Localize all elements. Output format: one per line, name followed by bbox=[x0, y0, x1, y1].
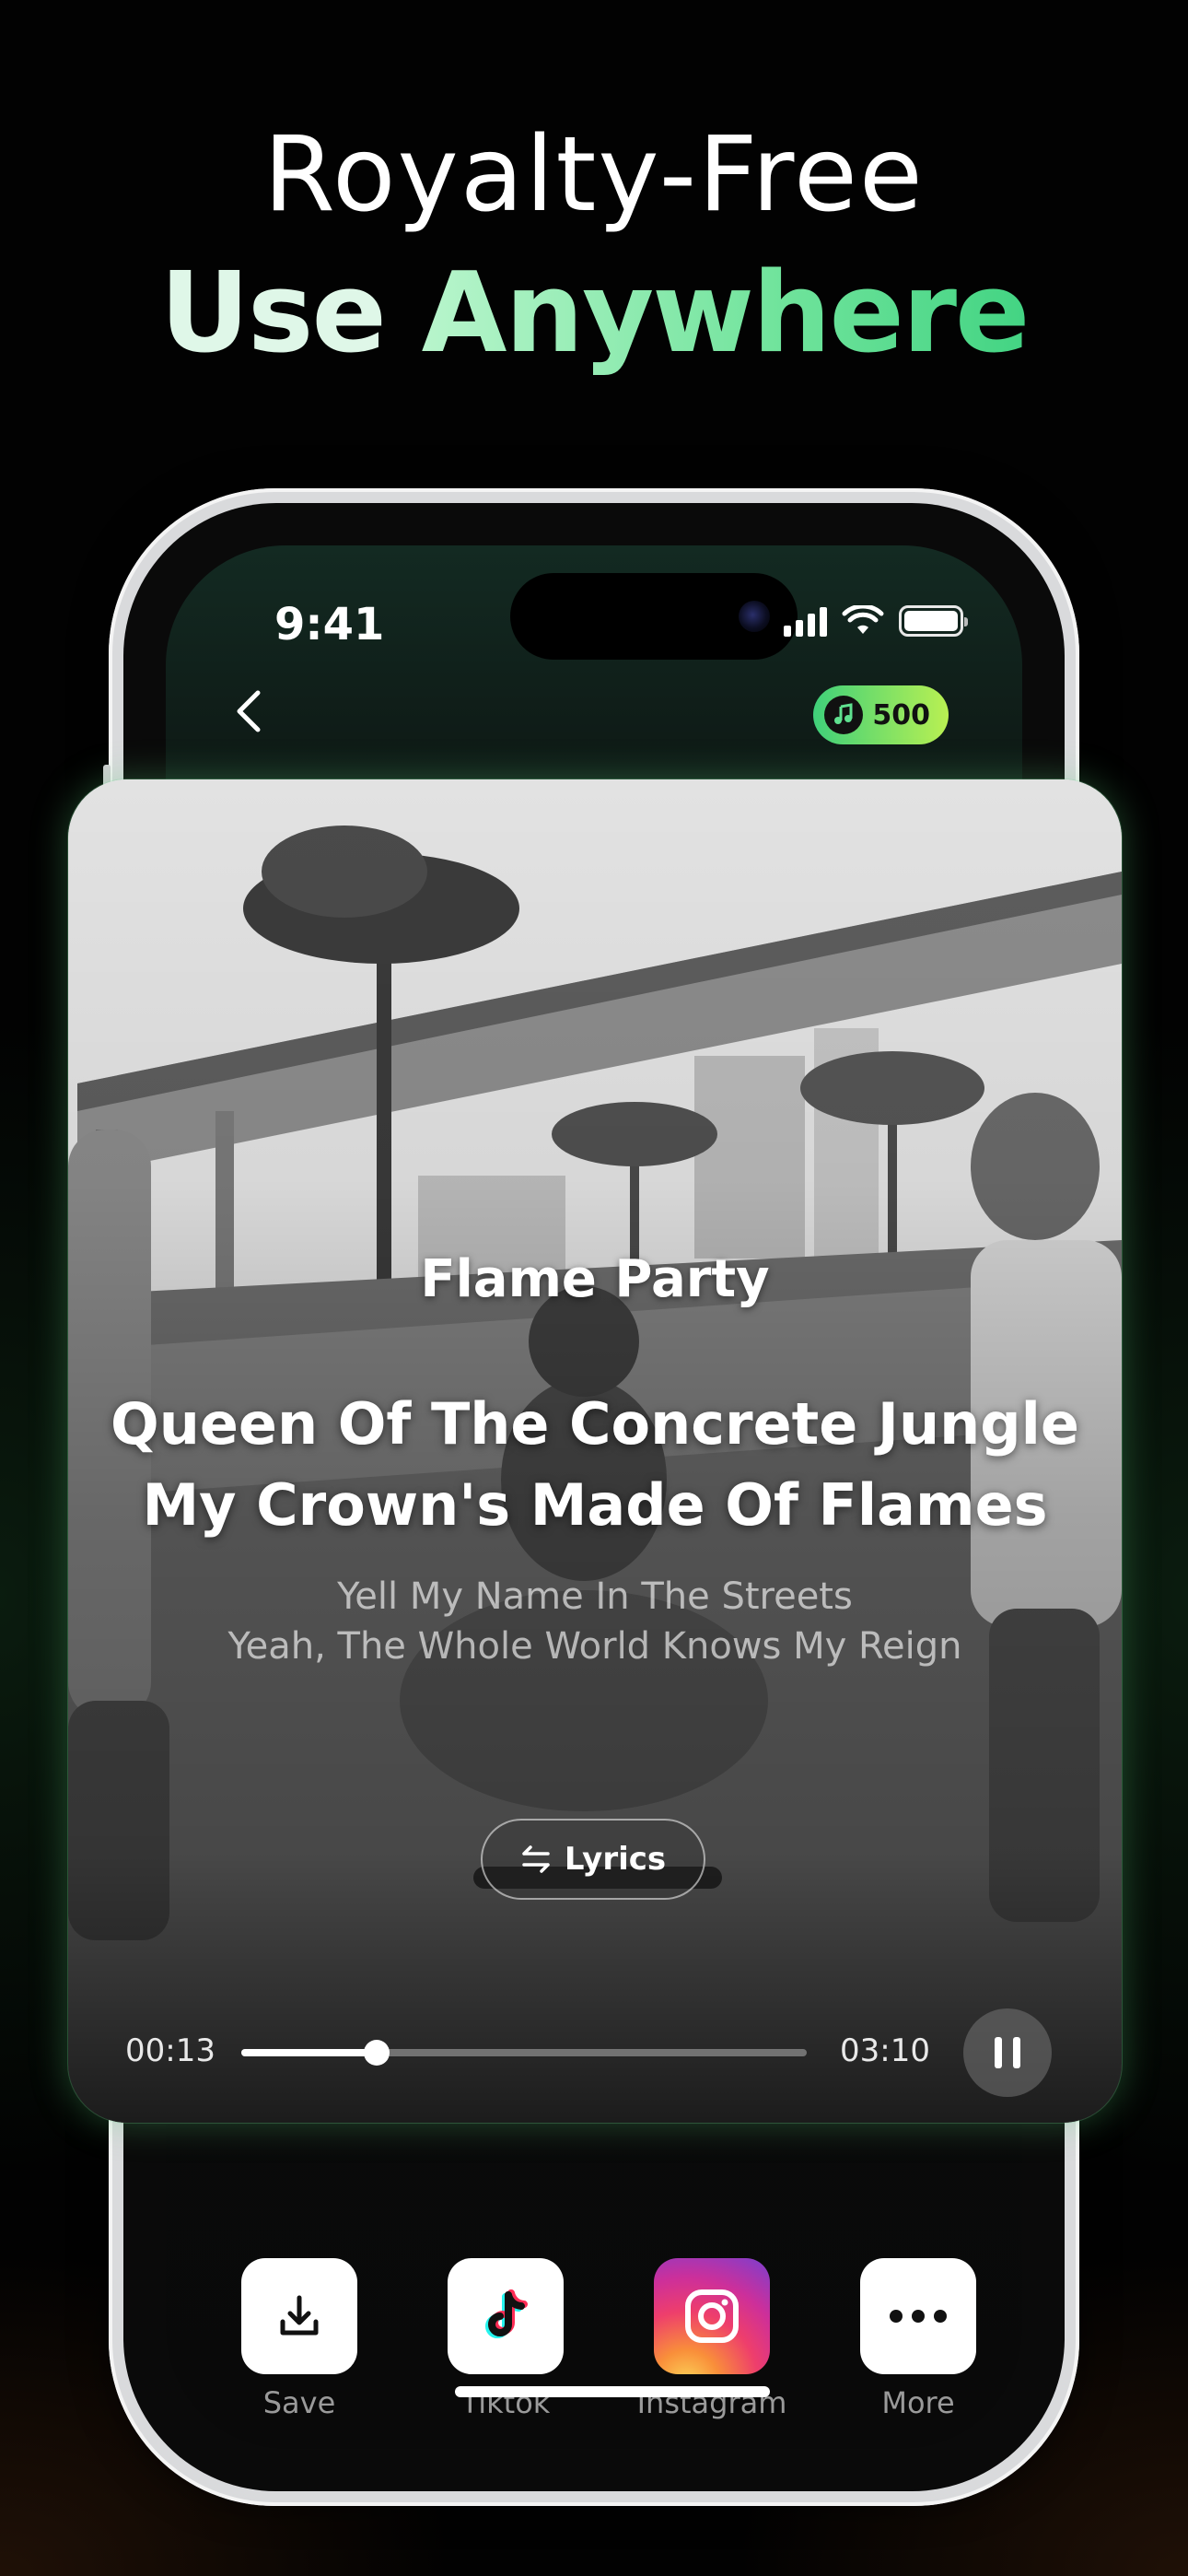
song-title: Flame Party bbox=[420, 1249, 770, 1309]
headline-line-1: Royalty-Free bbox=[263, 115, 925, 235]
pause-icon bbox=[1013, 2037, 1020, 2068]
share-label: More bbox=[881, 2385, 955, 2420]
dynamic-island bbox=[510, 573, 798, 660]
progress-fill bbox=[241, 2049, 378, 2056]
share-label: Save bbox=[262, 2385, 336, 2420]
cellular-signal-icon bbox=[784, 605, 827, 637]
instagram-icon bbox=[685, 2289, 739, 2343]
more-dots-icon bbox=[890, 2310, 947, 2323]
progress-slider[interactable] bbox=[241, 2040, 807, 2066]
swap-arrows-icon bbox=[522, 1845, 550, 1873]
lyrics-button-label: Lyrics bbox=[564, 1841, 667, 1878]
back-button[interactable] bbox=[212, 674, 285, 748]
total-time: 03:10 bbox=[840, 2032, 930, 2069]
current-lyric: Queen Of The Concrete Jungle My Crown's … bbox=[68, 1384, 1122, 1546]
battery-icon bbox=[899, 605, 968, 637]
current-lyric-line-1: Queen Of The Concrete Jungle bbox=[111, 1390, 1079, 1458]
next-lyric-line-2: Yeah, The Whole World Knows My Reign bbox=[227, 1625, 962, 1668]
current-time: 00:13 bbox=[125, 2032, 215, 2069]
current-lyric-line-2: My Crown's Made Of Flames bbox=[142, 1471, 1048, 1539]
share-save[interactable]: Save bbox=[235, 2258, 364, 2420]
status-icons bbox=[784, 603, 968, 639]
save-button[interactable] bbox=[241, 2258, 357, 2374]
next-lyric: Yell My Name In The Streets Yeah, The Wh… bbox=[68, 1572, 1122, 1671]
music-note-icon bbox=[824, 696, 864, 734]
pause-button[interactable] bbox=[963, 2008, 1052, 2097]
share-more[interactable]: More bbox=[854, 2258, 983, 2420]
camera-icon bbox=[739, 601, 770, 632]
song-card: Flame Party Queen Of The Concrete Jungle… bbox=[68, 779, 1122, 2123]
more-button[interactable] bbox=[860, 2258, 976, 2374]
coin-count: 500 bbox=[872, 698, 930, 732]
lyrics-toggle-button[interactable]: Lyrics bbox=[481, 1819, 705, 1900]
next-lyric-line-1: Yell My Name In The Streets bbox=[337, 1575, 853, 1618]
headline-line-2: Use Anywhere bbox=[0, 245, 1188, 383]
coin-balance-badge[interactable]: 500 bbox=[813, 685, 949, 744]
promo-headline: Royalty-Free Use Anywhere bbox=[0, 111, 1188, 383]
download-icon bbox=[280, 2295, 319, 2336]
pause-icon bbox=[995, 2037, 1002, 2068]
tiktok-button[interactable] bbox=[448, 2258, 564, 2374]
home-indicator[interactable] bbox=[455, 2386, 770, 2397]
instagram-button[interactable] bbox=[654, 2258, 770, 2374]
headline-word-anywhere: Anywhere bbox=[421, 250, 1031, 378]
progress-knob[interactable] bbox=[364, 2040, 390, 2066]
chevron-left-icon bbox=[237, 690, 261, 732]
status-time: 9:41 bbox=[274, 599, 385, 650]
headline-word-use: Use bbox=[159, 250, 387, 378]
tiktok-icon bbox=[485, 2289, 528, 2338]
wifi-icon bbox=[842, 605, 884, 634]
player-controls: 00:13 03:10 bbox=[68, 2008, 1122, 2097]
